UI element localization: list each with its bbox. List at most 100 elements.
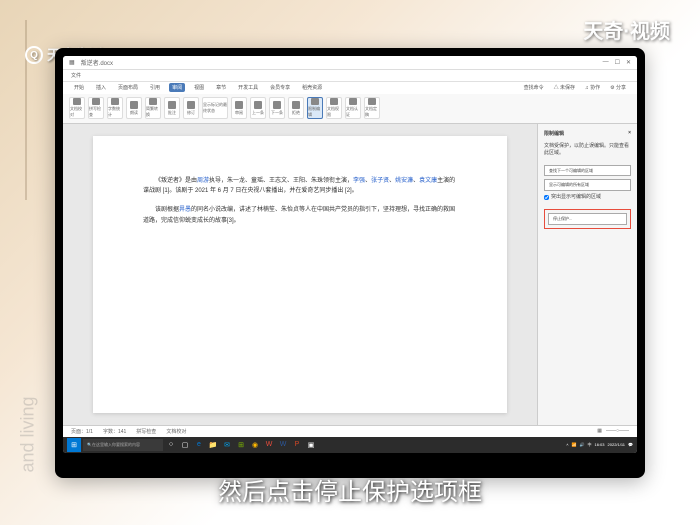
find-next-region-button[interactable]: 查找下一个可编辑的区域 (544, 165, 631, 177)
prev-button[interactable]: 上一条 (250, 97, 266, 119)
spell-icon (92, 98, 100, 105)
status-spell[interactable]: 拼写检查 (136, 428, 156, 435)
link-actor4[interactable]: 袁文康 (419, 178, 437, 184)
share-button[interactable]: ⚙ 分享 (607, 83, 629, 92)
laptop-frame: ▦ 叛逆者.docx — ☐ ✕ 文件 开始 插入 页面布局 引用 审阅 视图 … (55, 48, 645, 478)
track-button[interactable]: 修订 (183, 97, 199, 119)
wordcount-button[interactable]: 字数统计 (107, 97, 123, 119)
collaborate-button[interactable]: ♫ 协作 (582, 83, 603, 92)
folder-icon[interactable]: 📁 (207, 439, 219, 451)
doc-title: 叛逆者.docx (81, 58, 113, 67)
tab-devtools[interactable]: 开发工具 (235, 83, 261, 92)
count-icon (111, 98, 119, 105)
ime-icon[interactable]: 中 (588, 442, 592, 448)
video-subtitle: 然后点击停止保护选项框 (218, 472, 482, 507)
link-actor3[interactable]: 姚安濂 (395, 178, 413, 184)
minimize-icon[interactable]: — (603, 59, 609, 66)
taskview-icon[interactable]: ▢ (179, 439, 191, 451)
app-icon-1[interactable]: ▣ (305, 439, 317, 451)
review-icon (235, 101, 243, 109)
clock-time[interactable]: 16:03 (595, 442, 605, 447)
link-actor2[interactable]: 张子贤 (371, 178, 389, 184)
doc-proof-button[interactable]: 文档校对 (69, 97, 85, 119)
stop-protection-button[interactable]: 停止保护... (548, 213, 627, 225)
stop-protection-highlight: 停止保护... (544, 209, 631, 229)
cortana-icon[interactable]: ○ (165, 439, 177, 451)
prev-icon (254, 101, 262, 109)
tab-chapter[interactable]: 章节 (213, 83, 229, 92)
wps-icon[interactable]: W (263, 439, 275, 451)
status-page[interactable]: 页面：1/1 (71, 428, 93, 435)
zoom-slider[interactable]: ——○—— (606, 428, 629, 434)
unsaved-indicator[interactable]: △ 未保存 (551, 83, 578, 92)
panel-title-text: 限制编辑 (544, 130, 564, 137)
window-titlebar: ▦ 叛逆者.docx — ☐ ✕ (63, 56, 637, 70)
clock-date[interactable]: 2022/1/11 (608, 442, 626, 447)
panel-close-icon[interactable]: × (628, 130, 631, 137)
status-proof[interactable]: 文档校对 (166, 428, 186, 435)
highlight-checkbox-input[interactable] (544, 195, 549, 200)
tab-member[interactable]: 会员专享 (267, 83, 293, 92)
content-area: 《叛逆者》是由周游执导，朱一龙、童瑶、王志文、王阳、朱珠领衔主演，李强、张子贤、… (63, 124, 637, 425)
maximize-icon[interactable]: ☐ (615, 59, 620, 66)
wifi-icon[interactable]: 📶 (572, 442, 577, 447)
taskbar-search[interactable]: 🔍 在这里输入你要搜索的内容 (83, 439, 163, 451)
close-icon[interactable]: ✕ (626, 59, 631, 66)
store-icon[interactable]: ⊞ (235, 439, 247, 451)
start-button[interactable]: ⊞ (67, 438, 81, 452)
tray-up-icon[interactable]: ˄ (566, 442, 568, 447)
markup-dropdown[interactable]: 显示标记的最终状态 (202, 97, 228, 119)
chrome-icon[interactable]: ◉ (249, 439, 261, 451)
mail-icon[interactable]: ✉ (221, 439, 233, 451)
app-icon: ▦ (69, 59, 75, 66)
spellcheck-button[interactable]: 拼写检查 (88, 97, 104, 119)
paragraph-2: 该剧根据畀愚的同名小说改编，讲述了林楠笙、朱怡贞等人在中国共产党员的指引下，坚持… (143, 205, 457, 227)
notification-icon[interactable]: 💬 (628, 442, 633, 447)
read-button[interactable]: 朗读 (126, 97, 142, 119)
tab-view[interactable]: 视图 (191, 83, 207, 92)
tab-start[interactable]: 开始 (71, 83, 87, 92)
tab-daoke[interactable]: 稻壳资源 (299, 83, 325, 92)
comment-button[interactable]: 批注 (164, 97, 180, 119)
cert-icon (349, 98, 357, 105)
restrict-edit-panel: 限制编辑 × 文档受保护，以防止误编辑。只能查看此区域。 查找下一个可编辑的区域… (537, 124, 637, 425)
view-mode-icon[interactable]: ▦ (597, 428, 602, 434)
ppt-icon[interactable]: P (291, 439, 303, 451)
logo-q-icon: Q (25, 46, 43, 64)
convert-button[interactable]: 简繁转换 (145, 97, 161, 119)
decorative-book: and living (18, 396, 39, 472)
doc-permission-button[interactable]: 文档权限 (326, 97, 342, 119)
show-all-regions-button[interactable]: 显示可编辑的所有区域 (544, 179, 631, 191)
link-author[interactable]: 畀愚 (179, 207, 191, 213)
highlight-regions-checkbox[interactable]: 突出显示可编辑的区域 (544, 194, 631, 201)
system-tray[interactable]: ˄ 📶 🔊 中 16:03 2022/1/11 💬 (566, 442, 633, 448)
link-director[interactable]: 周游 (197, 178, 209, 184)
link-actor1[interactable]: 李强 (353, 178, 365, 184)
next-icon (273, 101, 281, 109)
ribbon-tabs: 开始 插入 页面布局 引用 审阅 视图 章节 开发工具 会员专享 稻壳资源 查找… (63, 82, 637, 94)
document-viewport[interactable]: 《叛逆者》是由周游执导，朱一龙、童瑶、王志文、王阳、朱珠领衔主演，李强、张子贤、… (63, 124, 537, 425)
word-icon[interactable]: W (277, 439, 289, 451)
volume-icon[interactable]: 🔊 (580, 442, 585, 447)
doc-cert-button[interactable]: 文档认证 (345, 97, 361, 119)
search-commands[interactable]: 查找命令 (521, 83, 547, 92)
checkbox-label: 突出显示可编辑的区域 (551, 194, 601, 201)
tab-reference[interactable]: 引用 (147, 83, 163, 92)
next-button[interactable]: 下一条 (269, 97, 285, 119)
menu-file[interactable]: 文件 (71, 72, 81, 79)
tab-layout[interactable]: 页面布局 (115, 83, 141, 92)
final-icon (368, 98, 376, 105)
status-words[interactable]: 字数：141 (103, 428, 126, 435)
reject-button[interactable]: 拒绝 (288, 97, 304, 119)
tianqi-video-logo: 天奇·视频 (583, 15, 670, 44)
comment-icon (168, 101, 176, 109)
restrict-edit-button[interactable]: 限制编辑 (307, 97, 323, 119)
tab-insert[interactable]: 插入 (93, 83, 109, 92)
paragraph-1: 《叛逆者》是由周游执导，朱一龙、童瑶、王志文、王阳、朱珠领衔主演，李强、张子贤、… (143, 176, 457, 198)
edge-icon[interactable]: e (193, 439, 205, 451)
perm-icon (330, 98, 338, 105)
menu-bar: 文件 (63, 70, 637, 82)
review-button[interactable]: 审阅 (231, 97, 247, 119)
tab-review[interactable]: 审阅 (169, 83, 185, 92)
doc-final-button[interactable]: 文档定稿 (364, 97, 380, 119)
